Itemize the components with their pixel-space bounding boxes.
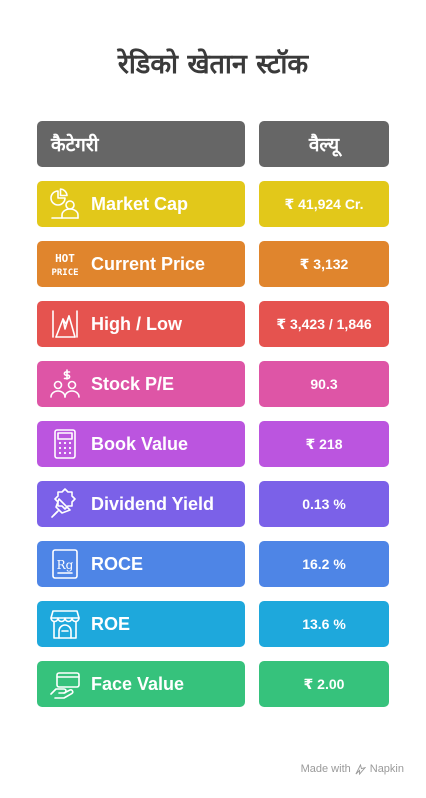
row-value: ₹ 218 bbox=[305, 435, 343, 452]
header-category-cell: कैटेगरी bbox=[37, 121, 245, 167]
table-row-dividend-yield: Dividend Yield 0.13 % bbox=[37, 481, 389, 527]
row-label: High / Low bbox=[91, 313, 182, 334]
row-label: ROCE bbox=[91, 553, 144, 574]
hand-card-icon bbox=[43, 661, 87, 707]
row-label: Dividend Yield bbox=[91, 493, 215, 514]
category-cell: Market Cap bbox=[37, 181, 245, 227]
hot-price-icon: HOT PRICE bbox=[43, 241, 87, 287]
value-cell: ₹ 2.00 bbox=[259, 661, 389, 707]
hot-text: HOT bbox=[55, 252, 75, 265]
value-cell: ₹ 3,423 / 1,846 bbox=[259, 301, 389, 347]
header-row: कैटेगरी वैल्यू bbox=[37, 121, 389, 167]
category-cell: ROE bbox=[37, 601, 245, 647]
table-row-market-cap: Market Cap ₹ 41,924 Cr. bbox=[37, 181, 389, 227]
table-row-roe: ROE 13.6 % bbox=[37, 601, 389, 647]
table-row-book-value: Book Value ₹ 218 bbox=[37, 421, 389, 467]
row-value: ₹ 3,132 bbox=[299, 255, 349, 272]
rg-document-icon: Rg bbox=[43, 541, 87, 587]
footer-brand: Napkin bbox=[369, 763, 404, 775]
row-label: Face Value bbox=[91, 673, 185, 694]
category-cell: Dividend Yield bbox=[37, 481, 245, 527]
megaphone-badge-icon bbox=[43, 481, 87, 527]
price-text: PRICE bbox=[51, 268, 78, 278]
page-title: रेडिको खेतान स्टॉक bbox=[117, 49, 309, 80]
row-value: 16.2 % bbox=[302, 556, 346, 572]
category-cell: Book Value bbox=[37, 421, 245, 467]
category-cell: Face Value bbox=[37, 661, 245, 707]
people-money-icon bbox=[43, 361, 87, 407]
table-row-face-value: Face Value ₹ 2.00 bbox=[37, 661, 389, 707]
category-cell: Rg ROCE bbox=[37, 541, 245, 587]
category-cell: HOT PRICE Current Price bbox=[37, 241, 245, 287]
napkin-logo-icon bbox=[355, 763, 366, 775]
value-cell: 13.6 % bbox=[259, 601, 389, 647]
row-value: ₹ 41,924 Cr. bbox=[284, 195, 364, 212]
row-label: ROE bbox=[91, 613, 131, 634]
value-cell: ₹ 3,132 bbox=[259, 241, 389, 287]
row-value: 0.13 % bbox=[302, 496, 346, 512]
table-row-stock-pe: Stock P/E 90.3 bbox=[37, 361, 389, 407]
row-value: ₹ 3,423 / 1,846 bbox=[276, 315, 372, 332]
value-cell: 90.3 bbox=[259, 361, 389, 407]
table-row-current-price: HOT PRICE Current Price ₹ 3,132 bbox=[37, 241, 389, 287]
header-category-label: कैटेगरी bbox=[51, 134, 99, 156]
category-cell: High / Low bbox=[37, 301, 245, 347]
row-label: Book Value bbox=[91, 433, 189, 454]
made-with-napkin[interactable]: Made with Napkin bbox=[301, 763, 404, 775]
mountain-peaks-icon bbox=[43, 301, 87, 347]
value-cell: ₹ 41,924 Cr. bbox=[259, 181, 389, 227]
row-label: Market Cap bbox=[91, 193, 189, 214]
rg-text: Rg bbox=[57, 558, 74, 572]
header-value-cell: वैल्यू bbox=[259, 121, 389, 167]
header-value-label: वैल्यू bbox=[308, 134, 340, 156]
row-label: Current Price bbox=[91, 253, 206, 274]
value-cell: ₹ 218 bbox=[259, 421, 389, 467]
row-value: 13.6 % bbox=[302, 616, 346, 632]
row-label: Stock P/E bbox=[91, 373, 175, 394]
value-cell: 16.2 % bbox=[259, 541, 389, 587]
storefront-icon bbox=[43, 601, 87, 647]
pie-chart-person-icon bbox=[43, 181, 87, 227]
footer-text: Made with bbox=[300, 763, 351, 775]
calculator-icon bbox=[43, 421, 87, 467]
category-cell: Stock P/E bbox=[37, 361, 245, 407]
table-row-high-low: High / Low ₹ 3,423 / 1,846 bbox=[37, 301, 389, 347]
table-row-roce: Rg ROCE 16.2 % bbox=[37, 541, 389, 587]
row-value: ₹ 2.00 bbox=[303, 675, 345, 692]
row-value: 90.3 bbox=[310, 376, 338, 392]
value-cell: 0.13 % bbox=[259, 481, 389, 527]
